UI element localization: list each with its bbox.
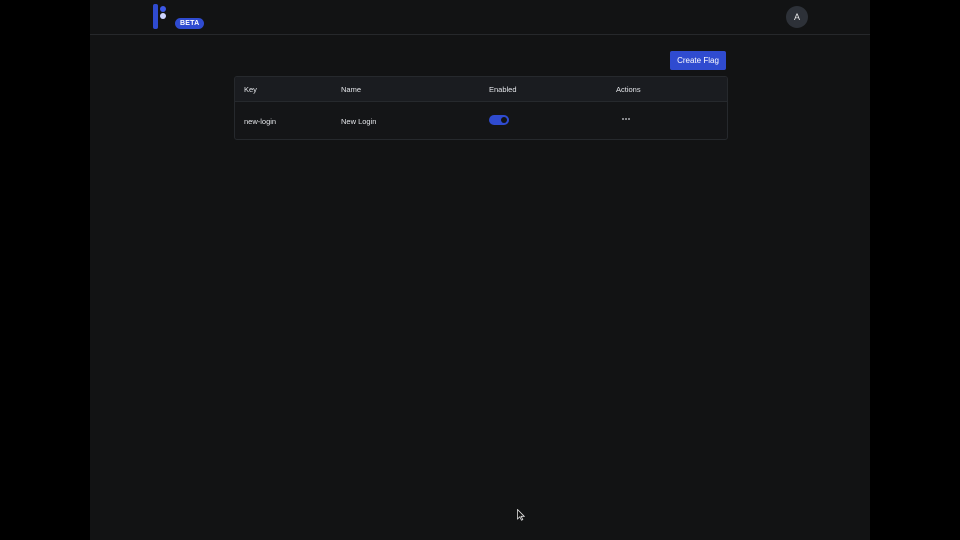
column-header-key[interactable]: Key	[244, 85, 257, 94]
top-navbar: BETA A	[90, 0, 870, 35]
flag-name[interactable]: New Login	[341, 117, 376, 126]
avatar[interactable]: A	[786, 6, 808, 28]
more-horizontal-icon[interactable]	[621, 114, 631, 124]
logo[interactable]: BETA	[153, 4, 205, 30]
create-flag-button[interactable]: Create Flag	[670, 51, 726, 70]
toggle-knob	[501, 117, 507, 123]
column-header-name[interactable]: Name	[341, 85, 361, 94]
more-horizontal-icon-glyph	[622, 118, 630, 120]
logo-dot	[160, 6, 166, 12]
enabled-toggle[interactable]	[489, 115, 509, 125]
mouse-cursor-icon	[517, 509, 525, 521]
column-header-enabled[interactable]: Enabled	[489, 85, 517, 94]
flag-key[interactable]: new-login	[244, 117, 276, 126]
logo-dot	[160, 13, 166, 19]
column-header-actions: Actions	[616, 85, 641, 94]
app-window: BETA A Create Flag Key Name Enabled Acti…	[90, 0, 870, 540]
table-header: Key Name Enabled Actions	[235, 77, 727, 102]
flags-table: Key Name Enabled Actions new-login New L…	[234, 76, 728, 140]
logo-mark	[153, 4, 158, 29]
beta-badge: BETA	[175, 18, 205, 29]
